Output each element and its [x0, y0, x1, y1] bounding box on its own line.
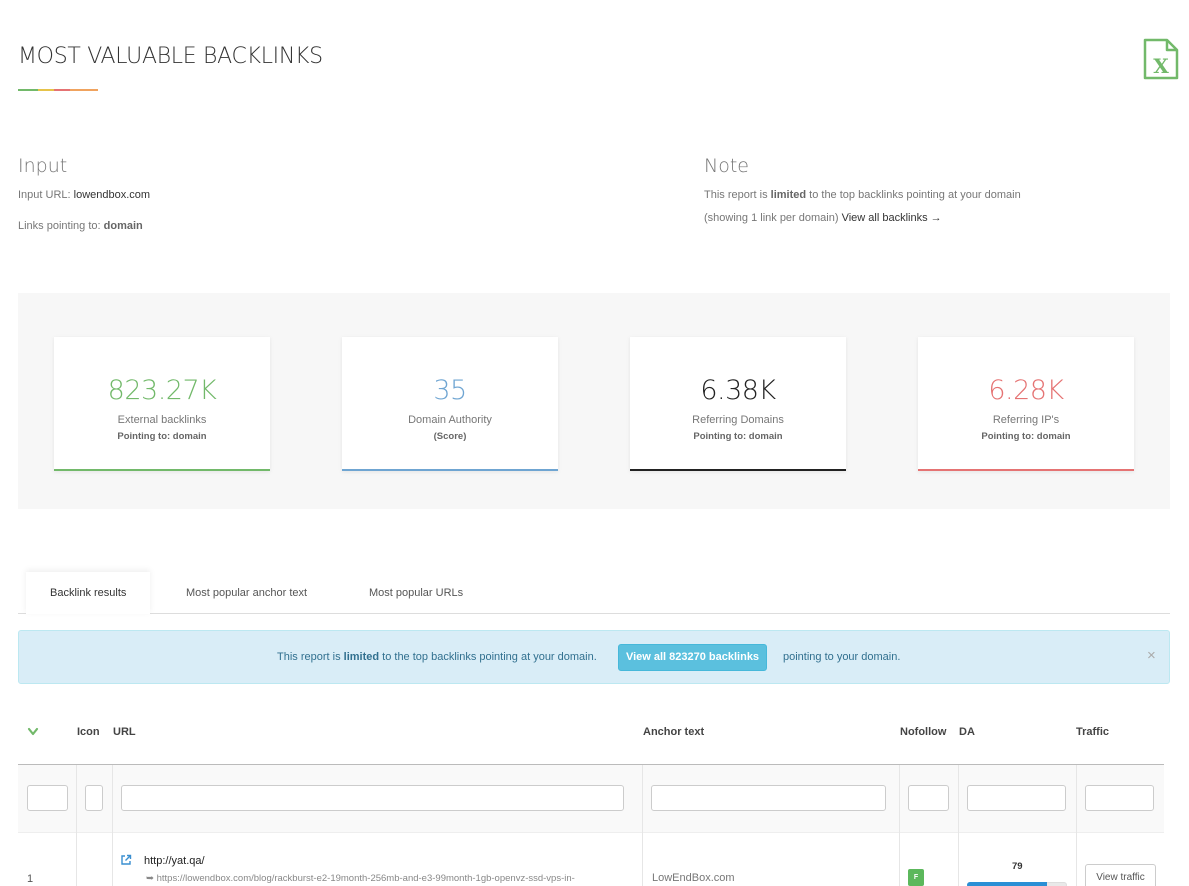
- stat-sub: Pointing to: domain: [981, 431, 1071, 442]
- tab-popular-anchor-text[interactable]: Most popular anchor text: [186, 572, 307, 614]
- stat-label: External backlinks: [117, 414, 207, 426]
- nofollow-badge: F: [908, 869, 924, 886]
- column-divider: [76, 765, 77, 886]
- limit-alert: This report is limited to the top backli…: [18, 630, 1170, 684]
- tab-backlink-results[interactable]: Backlink results: [26, 572, 151, 614]
- alert-limited: limited: [343, 651, 380, 663]
- page-title: MOST VALUABLE BACKLINKS: [18, 44, 323, 69]
- column-divider: [899, 765, 900, 886]
- alert-text-part: This report is: [277, 651, 341, 663]
- results-tabs: Backlink results Most popular anchor tex…: [18, 572, 1170, 614]
- view-all-backlinks-button[interactable]: View all 823270 backlinks: [618, 644, 767, 671]
- alert-text-part: to the top backlinks pointing at your do…: [382, 651, 597, 663]
- stat-sub: Pointing to: domain: [693, 431, 783, 442]
- stat-card-external-backlinks: 823.27K External backlinks Pointing to: …: [54, 337, 270, 471]
- filter-nofollow-input[interactable]: [908, 785, 949, 811]
- view-all-backlinks-link[interactable]: View all backlinks →: [842, 212, 942, 224]
- row-target-url[interactable]: ➥ https://lowendbox.com/blog/rackburst-e…: [146, 873, 575, 884]
- header-nofollow[interactable]: Nofollow: [900, 726, 946, 738]
- stats-panel: 823.27K External backlinks Pointing to: …: [18, 293, 1170, 509]
- filter-icon-input[interactable]: [85, 785, 103, 811]
- filter-anchor-input[interactable]: [651, 785, 886, 811]
- stat-label: Referring IP's: [992, 414, 1060, 426]
- note-line-1: This report is limited to the top backli…: [704, 189, 1021, 201]
- tab-popular-urls[interactable]: Most popular URLs: [369, 572, 463, 614]
- column-divider: [642, 765, 643, 886]
- row-source-url[interactable]: http://yat.qa/: [144, 855, 205, 867]
- column-divider: [112, 765, 113, 886]
- note-text: to the top backlinks pointing at your do…: [809, 189, 1021, 201]
- input-url-value: lowendbox.com: [73, 189, 151, 201]
- input-heading: Input: [18, 155, 68, 177]
- filter-row: [18, 765, 1164, 833]
- header-icon[interactable]: Icon: [77, 726, 100, 738]
- header-anchor-text[interactable]: Anchor text: [643, 726, 704, 738]
- stat-value: 6.38K: [700, 375, 776, 406]
- note-heading: Note: [704, 155, 749, 177]
- header-url[interactable]: URL: [113, 726, 136, 738]
- note-text: (showing 1 link per domain): [704, 212, 839, 224]
- links-pointing-value: domain: [103, 220, 143, 232]
- filter-traffic-input[interactable]: [1085, 785, 1154, 811]
- stat-accent-bar: [918, 469, 1134, 471]
- row-da-value: 79: [1012, 861, 1023, 872]
- header-da[interactable]: DA: [959, 726, 975, 738]
- links-pointing-label: Links pointing to:: [18, 220, 101, 232]
- stat-accent-bar: [342, 469, 558, 471]
- column-divider: [958, 765, 959, 886]
- column-divider: [1076, 765, 1077, 886]
- close-icon[interactable]: ×: [1147, 647, 1156, 664]
- note-line-2: (showing 1 link per domain) View all bac…: [704, 212, 942, 224]
- stat-sub: Pointing to: domain: [117, 431, 207, 442]
- links-pointing-line: Links pointing to: domain: [18, 220, 143, 232]
- stat-label: Referring Domains: [692, 414, 784, 426]
- title-underline: [18, 89, 98, 91]
- stat-card-referring-domains: 6.38K Referring Domains Pointing to: dom…: [630, 337, 846, 471]
- stat-sub: (Score): [433, 431, 467, 442]
- alert-text-after: pointing to your domain.: [783, 651, 901, 663]
- filter-index-input[interactable]: [27, 785, 68, 811]
- alert-text: This report is limited to the top backli…: [277, 651, 597, 663]
- chevron-down-icon[interactable]: [27, 727, 39, 737]
- da-progress-fill: [967, 882, 1047, 886]
- input-url-label: Input URL:: [18, 189, 71, 201]
- note-text: This report is: [704, 189, 768, 201]
- row-anchor-text: LowEndBox.com: [652, 872, 735, 884]
- header-traffic[interactable]: Traffic: [1076, 726, 1109, 738]
- stat-value: 35: [433, 375, 467, 406]
- filter-da-input[interactable]: [967, 785, 1066, 811]
- row-index: 1: [27, 873, 34, 885]
- external-link-icon[interactable]: [120, 854, 132, 866]
- stat-card-domain-authority: 35 Domain Authority (Score): [342, 337, 558, 471]
- note-limited: limited: [770, 189, 807, 201]
- stat-card-referring-ips: 6.28K Referring IP's Pointing to: domain: [918, 337, 1134, 471]
- stat-label: Domain Authority: [408, 414, 492, 426]
- filter-url-input[interactable]: [121, 785, 624, 811]
- stat-value: 823.27K: [107, 375, 217, 406]
- excel-icon[interactable]: X: [1143, 38, 1179, 80]
- stat-accent-bar: [54, 469, 270, 471]
- stat-accent-bar: [630, 469, 846, 471]
- input-url-line: Input URL: lowendbox.com: [18, 189, 150, 201]
- stat-value: 6.28K: [988, 375, 1064, 406]
- svg-text:X: X: [1153, 54, 1169, 78]
- view-traffic-button[interactable]: View traffic: [1085, 864, 1156, 886]
